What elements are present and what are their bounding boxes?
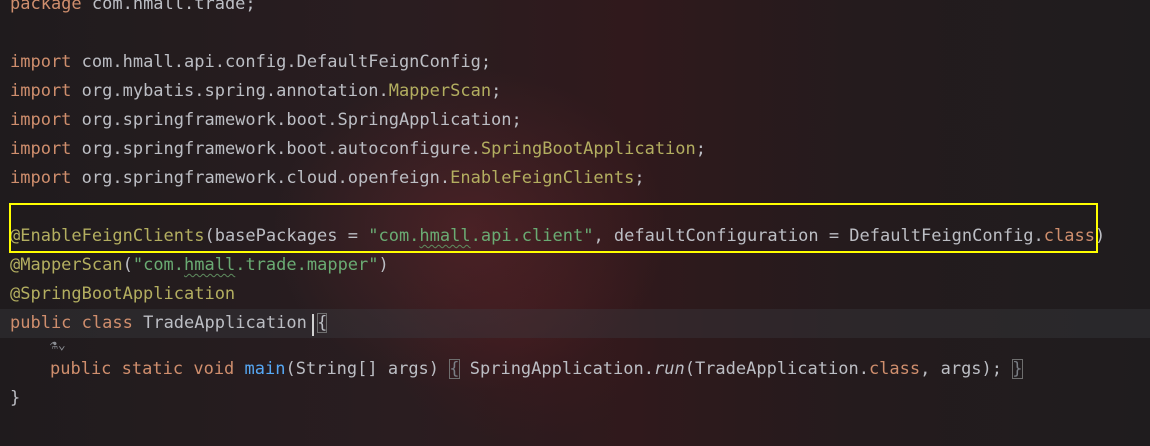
import-path: org.mybatis.spring.annotation. [71, 81, 389, 101]
mapper-scan-close: ) [378, 255, 389, 275]
import-line-4[interactable]: import org.springframework.boot.autoconf… [10, 135, 706, 164]
import-class: MapperScan [388, 81, 492, 101]
text-caret [312, 314, 314, 336]
import-line-2[interactable]: import org.mybatis.spring.annotation.Map… [10, 77, 501, 106]
highlight-box [9, 203, 1098, 253]
spring-boot-application-line[interactable]: @SpringBootApplication [10, 280, 235, 309]
package-keyword: package [10, 0, 82, 14]
main-method-line[interactable]: public static void main(String[] args) {… [50, 355, 1023, 384]
import-class: SpringBootApplication [480, 139, 696, 159]
class-declaration-line[interactable]: public class TradeApplication { [0, 309, 1150, 338]
mapper-scan-string-b: .trade.mapper" [235, 255, 379, 275]
mapper-scan-annotation: @MapperScan [10, 255, 123, 275]
import-path: com.hmall.api.config.DefaultFeignConfig [71, 52, 481, 72]
class-open-brace: { [317, 313, 328, 333]
mapper-scan-string-a: "com. [132, 255, 185, 275]
static-keyword: static [121, 359, 184, 379]
import-class: EnableFeignClients [450, 168, 635, 188]
class-closing-brace[interactable]: } [10, 384, 20, 413]
folded-open-brace[interactable]: { [449, 359, 460, 379]
import-path: org.springframework.boot.SpringApplicati… [71, 110, 512, 130]
import-path: org.springframework.boot.autoconfigure. [71, 139, 481, 159]
main-body-c: , args); [920, 359, 1013, 379]
import-keyword: import [10, 110, 72, 130]
class-name: TradeApplication [132, 313, 318, 333]
folded-close-brace[interactable]: } [1012, 359, 1023, 379]
package-name: com.hmall.trade; [81, 0, 256, 14]
import-line-3[interactable]: import org.springframework.boot.SpringAp… [10, 106, 522, 135]
package-line[interactable]: package com.hmall.trade; [10, 0, 256, 19]
main-body-b: (TradeApplication. [684, 359, 869, 379]
import-keyword: import [10, 81, 72, 101]
public-keyword: public [50, 359, 112, 379]
import-end: ; [480, 52, 492, 72]
code-editor[interactable]: package com.hmall.trade; import com.hmal… [0, 0, 1150, 446]
class-keyword: class [868, 359, 921, 379]
import-end: ; [511, 110, 522, 130]
mapper-scan-line[interactable]: @MapperScan("com.hmall.trade.mapper") [10, 251, 389, 280]
import-line-5[interactable]: import org.springframework.cloud.openfei… [10, 164, 645, 193]
import-keyword: import [10, 168, 72, 188]
import-end: ; [634, 168, 645, 188]
void-keyword: void [193, 359, 235, 379]
import-keyword: import [10, 52, 72, 72]
import-keyword: import [10, 139, 72, 159]
public-keyword: public [10, 313, 72, 333]
import-line-1[interactable]: import com.hmall.api.config.DefaultFeign… [10, 48, 491, 77]
import-end: ; [491, 81, 502, 101]
mapper-scan-string-typo: hmall [184, 255, 236, 275]
import-path: org.springframework.cloud.openfeign. [71, 168, 451, 188]
import-end: ; [695, 139, 707, 159]
main-method-name: main [244, 359, 286, 379]
main-params: (String[] args) [285, 359, 450, 379]
mapper-scan-open: ( [122, 255, 133, 275]
class-keyword: class [81, 313, 133, 333]
inlay-hint-icon[interactable]: ⚗⌄ [50, 336, 66, 356]
main-body-a: SpringApplication. [459, 359, 654, 379]
run-method: run [653, 359, 685, 379]
